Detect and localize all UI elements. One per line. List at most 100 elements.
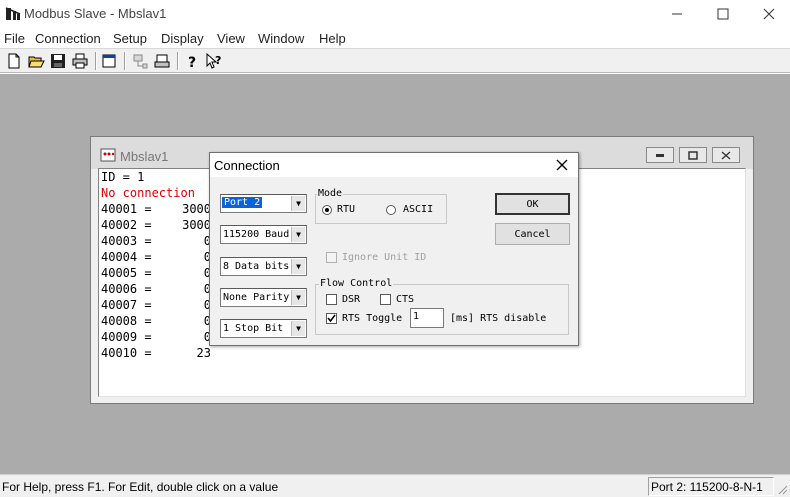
status-port-info: Port 2: 115200-8-N-1 — [648, 477, 774, 496]
dsr-label[interactable]: DSR — [342, 294, 360, 305]
checkmark-icon — [327, 314, 336, 323]
register-value[interactable]: 0 — [163, 250, 211, 264]
menu-connection[interactable]: Connection — [35, 31, 101, 46]
rts-toggle-label[interactable]: RTS Toggle — [342, 313, 402, 324]
register-address: 40009 = — [101, 330, 152, 344]
register-address: 40010 = — [101, 346, 152, 360]
chevron-down-icon[interactable]: ▼ — [291, 259, 305, 274]
stop-bits-select-value: 1 Stop Bit — [223, 323, 284, 334]
mode-rtu-label[interactable]: RTU — [337, 204, 355, 215]
baud-select-value: 115200 Baud — [223, 229, 290, 240]
minimize-icon — [656, 154, 664, 157]
mode-rtu-radio[interactable] — [322, 205, 332, 215]
disconnect-icon[interactable] — [153, 52, 171, 70]
child-restore-button[interactable] — [679, 147, 707, 163]
child-close-button[interactable] — [712, 147, 740, 163]
dsr-checkbox[interactable] — [326, 294, 337, 305]
register-address: 40007 = — [101, 298, 152, 312]
toolbar-separator — [177, 52, 179, 70]
data-bits-select-value: 8 Data bits — [223, 261, 290, 272]
child-window-title: Mbslav1 — [120, 149, 169, 164]
connect-icon[interactable] — [131, 52, 149, 70]
ignore-unit-id-checkbox[interactable] — [326, 252, 337, 263]
mode-ascii-radio[interactable] — [386, 205, 396, 215]
mode-group: Mode RTU ASCII — [315, 188, 447, 224]
register-address: 40008 = — [101, 314, 152, 328]
flow-control-group: Flow Control DSR CTS RTS Toggle 1 [ms] R… — [315, 278, 569, 335]
register-address: 40005 = — [101, 266, 152, 280]
toolbar: ? ? — [0, 49, 790, 73]
context-help-icon[interactable]: ? — [205, 52, 223, 70]
new-file-icon[interactable] — [5, 52, 23, 70]
chevron-down-icon[interactable]: ▼ — [291, 290, 305, 305]
svg-text:?: ? — [215, 54, 221, 67]
maximize-button[interactable] — [700, 0, 746, 28]
baud-select[interactable]: 115200 Baud ▼ — [220, 225, 307, 244]
save-icon[interactable] — [49, 52, 67, 70]
register-value[interactable]: 0 — [163, 234, 211, 248]
register-value[interactable]: 0 — [163, 298, 211, 312]
help-question-icon[interactable]: ? — [183, 52, 201, 70]
window-title: Modbus Slave - Mbslav1 — [24, 6, 167, 21]
menu-display[interactable]: Display — [161, 31, 204, 46]
window-icon[interactable] — [100, 52, 118, 70]
mode-group-label: Mode — [317, 188, 344, 199]
modbus-app-icon — [5, 7, 21, 20]
resize-grip-icon[interactable] — [776, 483, 788, 495]
connection-status-line: No connection — [101, 186, 195, 200]
minimize-button[interactable] — [654, 0, 700, 28]
print-icon[interactable] — [71, 52, 89, 70]
parity-select-value: None Parity — [223, 292, 290, 303]
parity-select[interactable]: None Parity ▼ — [220, 288, 307, 307]
register-value[interactable]: 0 — [163, 282, 211, 296]
register-address: 40002 = — [101, 218, 152, 232]
dialog-title-bar[interactable]: Connection — [210, 153, 578, 177]
ignore-unit-id-label: Ignore Unit ID — [342, 252, 427, 263]
register-address: 40004 = — [101, 250, 152, 264]
register-value[interactable]: 0 — [163, 314, 211, 328]
flow-control-label: Flow Control — [319, 278, 394, 289]
connection-dialog[interactable]: Connection Port 2 ▼ 115200 Baud ▼ 8 Data… — [209, 152, 579, 346]
register-address: 40006 = — [101, 282, 152, 296]
minimize-icon — [672, 13, 682, 15]
port-select[interactable]: Port 2 ▼ — [220, 194, 307, 213]
register-value[interactable]: 0 — [163, 330, 211, 344]
svg-text:?: ? — [188, 55, 196, 70]
menu-file[interactable]: File — [4, 31, 25, 46]
stop-bits-select[interactable]: 1 Stop Bit ▼ — [220, 319, 307, 338]
menu-bar: File Connection Setup Display View Windo… — [0, 28, 790, 49]
status-help-text: For Help, press F1. For Edit, double cli… — [2, 480, 279, 494]
child-minimize-button[interactable] — [646, 147, 674, 163]
close-icon — [763, 8, 775, 20]
chevron-down-icon[interactable]: ▼ — [291, 321, 305, 336]
ok-button[interactable]: OK — [495, 193, 570, 215]
close-icon — [556, 159, 568, 171]
dialog-close-button[interactable] — [552, 156, 572, 174]
status-bar: For Help, press F1. For Edit, double cli… — [0, 474, 790, 497]
open-folder-icon[interactable] — [27, 52, 45, 70]
register-address: 40003 = — [101, 234, 152, 248]
title-bar: Modbus Slave - Mbslav1 — [0, 0, 790, 28]
menu-help[interactable]: Help — [319, 31, 346, 46]
close-button[interactable] — [746, 0, 790, 28]
slave-id-line: ID = 1 — [101, 170, 145, 184]
rts-delay-suffix: [ms] RTS disable — [450, 313, 547, 324]
mode-ascii-label[interactable]: ASCII — [403, 204, 433, 215]
register-address: 40001 = — [101, 202, 152, 216]
cts-label[interactable]: CTS — [396, 294, 414, 305]
cancel-button[interactable]: Cancel — [495, 223, 570, 245]
chevron-down-icon[interactable]: ▼ — [291, 196, 305, 211]
register-value[interactable]: 0 — [163, 266, 211, 280]
data-bits-select[interactable]: 8 Data bits ▼ — [220, 257, 307, 276]
rts-toggle-checkbox[interactable] — [326, 313, 337, 324]
menu-setup[interactable]: Setup — [113, 31, 147, 46]
toolbar-separator — [124, 52, 126, 70]
register-value[interactable]: 23 — [163, 346, 211, 360]
chevron-down-icon[interactable]: ▼ — [291, 227, 305, 242]
register-value[interactable]: 3000 — [163, 218, 211, 232]
rts-delay-input[interactable]: 1 — [410, 308, 444, 328]
menu-view[interactable]: View — [217, 31, 245, 46]
cts-checkbox[interactable] — [380, 294, 391, 305]
register-value[interactable]: 3000 — [163, 202, 211, 216]
menu-window[interactable]: Window — [258, 31, 304, 46]
